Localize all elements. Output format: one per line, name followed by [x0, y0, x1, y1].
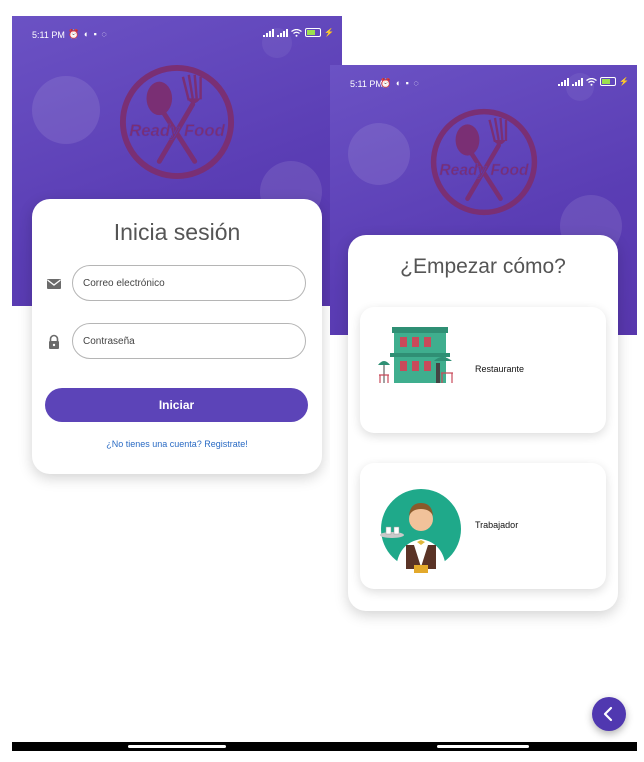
charging-icon: ⚡ — [324, 28, 334, 37]
password-field[interactable] — [72, 323, 306, 359]
option-restaurant-label: Restaurante — [475, 364, 525, 374]
signal-icon — [263, 28, 275, 37]
status-time: 5:11 PM — [350, 79, 383, 89]
login-card: Inicia sesión Iniciar ¿No tienes una cue… — [32, 199, 322, 474]
login-button[interactable]: Iniciar — [45, 388, 308, 422]
status-system-icons: ⚡ — [558, 77, 629, 86]
logo-text: Ready Food — [129, 121, 225, 140]
chevron-left-icon — [603, 706, 613, 722]
mail-icon — [47, 279, 61, 289]
signal-icon — [277, 28, 289, 37]
status-system-icons: ⚡ — [263, 28, 334, 37]
ready-food-logo: Ready Food — [430, 108, 538, 216]
home-indicator[interactable] — [437, 745, 529, 748]
register-link[interactable]: ¿No tienes una cuenta? Registrate! — [32, 439, 322, 449]
option-worker[interactable]: Trabajador — [360, 463, 606, 589]
status-bar: 5:11 PM ⏰ ◐ ▪ ◌ ⚡ — [12, 16, 342, 52]
battery-icon — [600, 77, 617, 86]
wifi-icon — [291, 28, 302, 37]
login-screen: 5:11 PM ⏰ ◐ ▪ ◌ ⚡ Ready Food Inicia sesi — [12, 16, 342, 751]
status-time: 5:11 PM — [32, 30, 65, 40]
signal-icon — [572, 77, 584, 86]
choose-role-screen: 5:11 PM ⏰ ◐ ▪ ◌ ⚡ Ready Food ¿Empezar có — [330, 65, 637, 751]
choose-role-card: ¿Empezar cómo? Restaurante Trabajador — [348, 235, 618, 611]
restaurant-illustration — [378, 327, 453, 383]
status-bar: 5:11 PM ⏰ ◐ ▪ ◌ ⚡ — [330, 65, 637, 101]
home-indicator[interactable] — [128, 745, 226, 748]
ready-food-logo: Ready Food — [119, 64, 235, 180]
lock-icon — [49, 334, 59, 349]
status-notification-icons: ⏰ ◐ ▪ ◌ — [380, 78, 420, 88]
login-title: Inicia sesión — [113, 219, 241, 245]
charging-icon: ⚡ — [619, 77, 629, 86]
email-field[interactable] — [72, 265, 306, 301]
wifi-icon — [586, 77, 597, 86]
option-worker-label: Trabajador — [475, 520, 519, 530]
choose-title: ¿Empezar cómo? — [400, 255, 566, 278]
status-notification-icons: ⏰ ◐ ▪ ◌ — [68, 29, 108, 39]
battery-icon — [305, 28, 322, 37]
password-row — [44, 323, 310, 361]
email-row — [44, 265, 310, 303]
logo-text: Ready Food — [439, 162, 529, 179]
option-restaurant[interactable]: Restaurante — [360, 307, 606, 433]
signal-icon — [558, 77, 570, 86]
waiter-illustration — [380, 489, 461, 573]
back-button[interactable] — [592, 697, 626, 731]
